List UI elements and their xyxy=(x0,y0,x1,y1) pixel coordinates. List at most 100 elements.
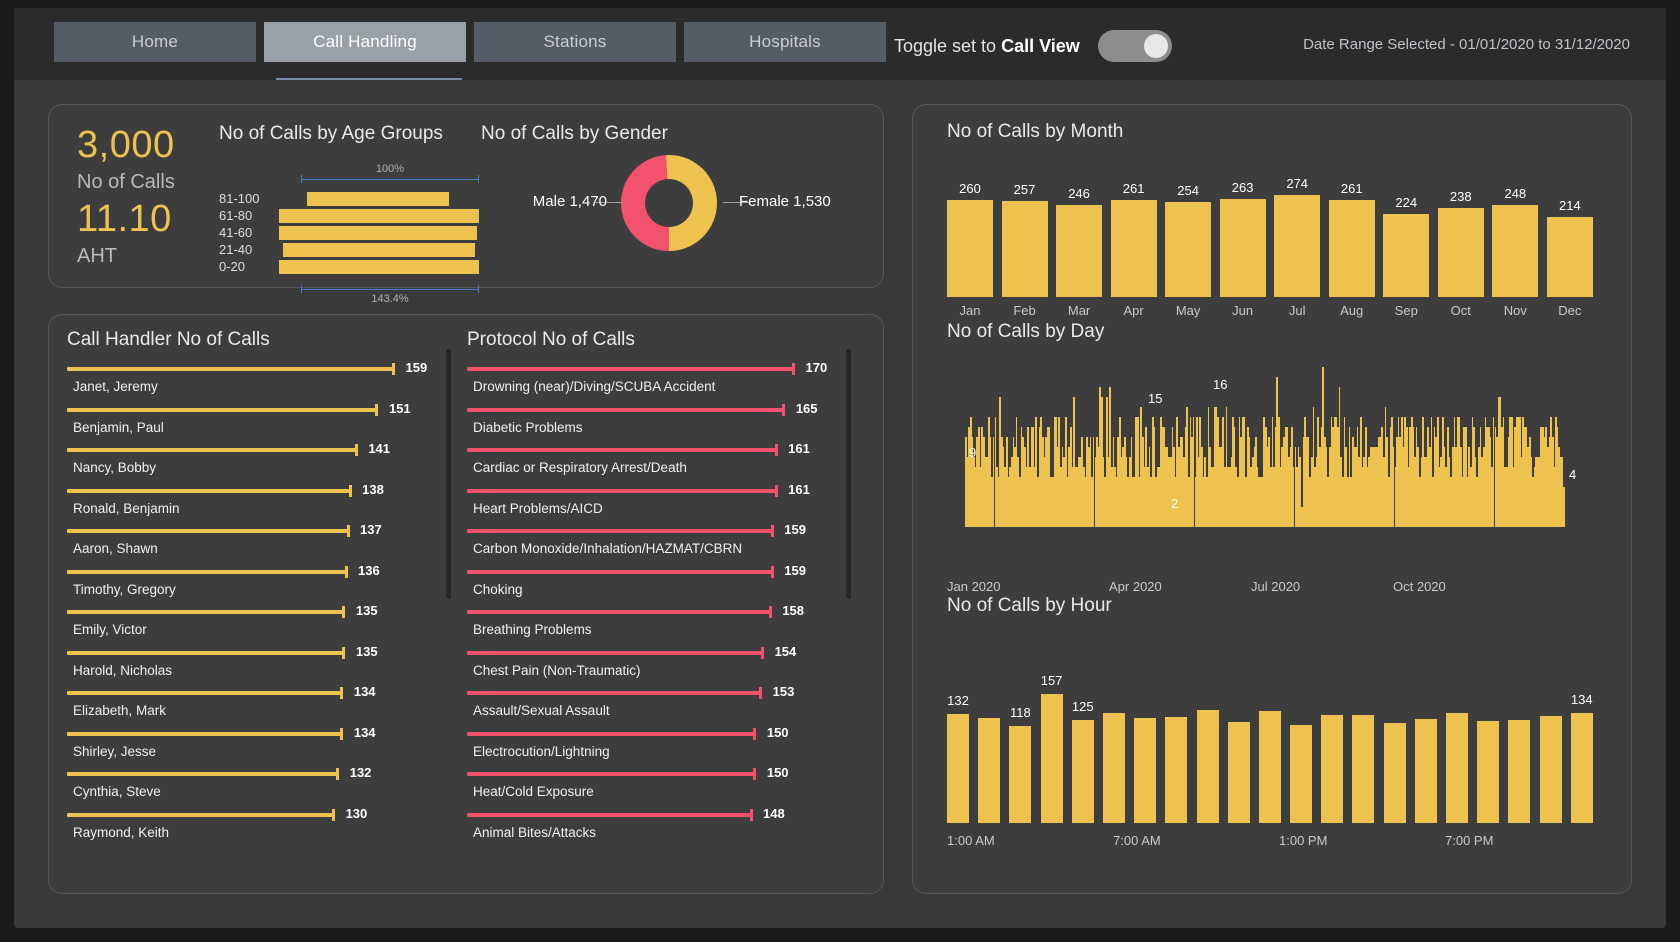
month-bar-column[interactable]: 263 xyxy=(1219,167,1266,297)
list-item[interactable]: 159 Carbon Monoxide/Inhalation/HAZMAT/CBR… xyxy=(467,522,843,564)
list-item[interactable]: 130 Raymond, Keith xyxy=(67,806,443,848)
hour-bar-column[interactable] xyxy=(1414,673,1437,823)
hour-bar-column[interactable] xyxy=(978,673,1001,823)
age-group-bar xyxy=(279,208,479,223)
list-item[interactable]: 148 Animal Bites/Attacks xyxy=(467,805,843,848)
month-axis-tick: Jul xyxy=(1288,303,1306,318)
list-item[interactable]: 150 Heat/Cold Exposure xyxy=(467,765,843,807)
list-item-bar-row: 154 xyxy=(467,644,843,661)
month-bar-column[interactable]: 224 xyxy=(1383,167,1430,297)
hour-bars[interactable]: 132 118 157 125 134 xyxy=(947,673,1593,823)
list-item-bar-row: 134 xyxy=(67,725,443,742)
hour-bar-column[interactable] xyxy=(1508,673,1531,823)
hour-bar-column[interactable] xyxy=(1539,673,1562,823)
hour-bar-column[interactable] xyxy=(1165,673,1188,823)
list-item-value: 159 xyxy=(784,522,806,537)
list-item[interactable]: 153 Assault/Sexual Assault xyxy=(467,684,843,726)
hour-bar-column[interactable]: 132 xyxy=(947,673,969,823)
list-item[interactable]: 150 Electrocution/Lightning xyxy=(467,725,843,767)
hour-bar-value: 125 xyxy=(1071,699,1094,715)
calls-kpi-value: 3,000 xyxy=(77,124,175,166)
lists-panel: Call Handler No of Calls 159 Janet, Jerem… xyxy=(48,314,884,894)
month-bar-column[interactable]: 261 xyxy=(1328,167,1375,297)
month-bar-column[interactable]: 260 xyxy=(947,167,993,297)
tab-call-handling[interactable]: Call Handling xyxy=(264,22,466,62)
tab-home[interactable]: Home xyxy=(54,22,256,62)
month-bars[interactable]: 260 257 246 261 254 263 274 261 224 238 248 214 xyxy=(947,167,1593,297)
age-bottom-measure-line xyxy=(301,285,479,293)
list-item[interactable]: 137 Aaron, Shawn xyxy=(67,522,443,564)
list-item-bar xyxy=(467,650,765,655)
list-item[interactable]: 151 Benjamin, Paul xyxy=(67,401,443,443)
hour-bar-column[interactable] xyxy=(1290,673,1313,823)
tab-hospitals[interactable]: Hospitals xyxy=(684,22,886,62)
list-item-bar-track xyxy=(467,687,795,699)
month-bar-column[interactable]: 248 xyxy=(1492,167,1539,297)
hour-bar-column[interactable]: 157 xyxy=(1040,673,1063,823)
donut-ring[interactable] xyxy=(621,155,717,251)
age-group-row[interactable]: 0-20 xyxy=(219,259,479,274)
list-item[interactable]: 132 Cynthia, Steve xyxy=(67,765,443,807)
hour-bar-column[interactable] xyxy=(1102,673,1125,823)
list-item[interactable]: 134 Shirley, Jesse xyxy=(67,725,443,767)
list-item[interactable]: 165 Diabetic Problems xyxy=(467,401,843,443)
list-item[interactable]: 170 Drowning (near)/Diving/SCUBA Accident xyxy=(467,361,843,402)
month-bar-column[interactable]: 238 xyxy=(1437,167,1484,297)
list-item[interactable]: 154 Chest Pain (Non-Traumatic) xyxy=(467,644,843,686)
list-item[interactable]: 159 Choking xyxy=(467,563,843,605)
hour-bar-column[interactable] xyxy=(1227,673,1250,823)
protocol-list[interactable]: 170 Drowning (near)/Diving/SCUBA Accident… xyxy=(463,361,843,867)
day-plot[interactable]: 9 15 16 2 4 Jan 2020 Apr 2020 Jul 2020 Oct … xyxy=(941,367,1605,594)
hour-bar-column[interactable] xyxy=(1383,673,1406,823)
hour-bar-value: 134 xyxy=(1570,691,1593,707)
protocol-scrollbar[interactable] xyxy=(846,349,851,599)
call-handler-scrollbar[interactable] xyxy=(446,349,451,599)
list-item[interactable]: 136 Timothy, Gregory xyxy=(67,563,443,605)
age-group-row[interactable]: 81-100 xyxy=(219,191,479,206)
month-bar-column[interactable]: 214 xyxy=(1546,167,1593,297)
age-group-row[interactable]: 41-60 xyxy=(219,225,479,240)
list-item[interactable]: 135 Emily, Victor xyxy=(67,603,443,645)
list-item-bar-cap xyxy=(761,646,765,659)
call-handler-list[interactable]: 159 Janet, Jeremy 151 Benjamin, Paul 141 Nanc… xyxy=(63,361,443,867)
hour-bar xyxy=(1508,720,1531,823)
list-item[interactable]: 158 Breathing Problems xyxy=(467,603,843,645)
list-item[interactable]: 141 Nancy, Bobby xyxy=(67,441,443,483)
hour-bar-column[interactable] xyxy=(1196,673,1219,823)
list-item-bar-cap xyxy=(392,363,395,375)
hour-bar-column[interactable] xyxy=(1134,673,1157,823)
age-group-row[interactable]: 21-40 xyxy=(219,242,479,257)
hour-bar-column[interactable] xyxy=(1352,673,1375,823)
view-toggle-group[interactable]: Toggle set to Call View xyxy=(894,30,1172,62)
hour-bar-column[interactable] xyxy=(1321,673,1344,823)
list-item-value: 148 xyxy=(762,805,785,821)
hour-bar-column[interactable]: 118 xyxy=(1009,673,1032,823)
list-item-bar-track xyxy=(467,646,795,659)
list-item[interactable]: 138 Ronald, Benjamin xyxy=(67,482,443,524)
toggle-label: Toggle set to Call View xyxy=(894,36,1080,57)
protocol-title: Protocol No of Calls xyxy=(467,329,635,350)
month-bar-column[interactable]: 274 xyxy=(1274,167,1321,297)
month-bar-column[interactable]: 261 xyxy=(1110,167,1157,297)
hour-bar xyxy=(978,717,1001,823)
month-bar-column[interactable]: 257 xyxy=(1001,167,1048,297)
view-toggle-switch[interactable] xyxy=(1097,30,1172,62)
list-item[interactable]: 161 Heart Problems/AICD xyxy=(467,482,843,524)
month-bar-column[interactable]: 254 xyxy=(1165,167,1212,297)
age-group-label: 61-80 xyxy=(219,208,253,223)
list-item[interactable]: 159 Janet, Jeremy xyxy=(67,361,443,402)
hour-bar-column[interactable] xyxy=(1258,673,1281,823)
hour-bar-column[interactable]: 125 xyxy=(1071,673,1094,823)
hour-bar-column[interactable] xyxy=(1446,673,1468,823)
hour-bar-column[interactable]: 134 xyxy=(1570,673,1593,823)
list-item-bar-row: 153 xyxy=(467,684,843,701)
list-item[interactable]: 161 Cardiac or Respiratory Arrest/Death xyxy=(467,441,843,483)
tab-stations[interactable]: Stations xyxy=(474,22,676,62)
month-bar-column[interactable]: 246 xyxy=(1056,167,1103,297)
list-item[interactable]: 134 Elizabeth, Mark xyxy=(67,684,443,726)
hour-bar-column[interactable] xyxy=(1477,673,1500,823)
month-axis-tick: Feb xyxy=(1013,303,1036,318)
list-item-bar xyxy=(467,569,774,574)
age-group-row[interactable]: 61-80 xyxy=(219,208,479,223)
list-item[interactable]: 135 Harold, Nicholas xyxy=(67,644,443,686)
